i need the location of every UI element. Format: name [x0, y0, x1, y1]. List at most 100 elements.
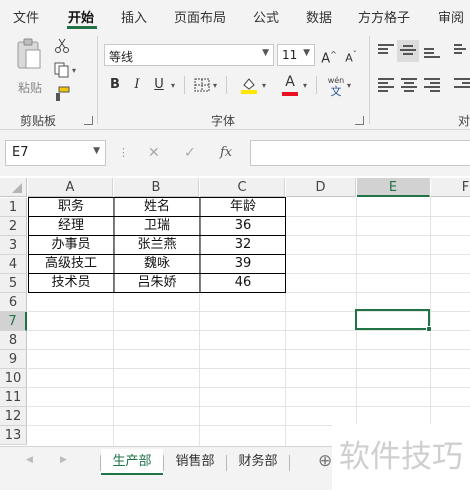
bold-button[interactable]: B [104, 74, 126, 96]
fill-handle[interactable] [426, 326, 432, 332]
align-top-icon[interactable] [378, 44, 394, 58]
copy-dropdown-icon[interactable]: ▾ [72, 66, 76, 75]
tab-insert[interactable]: 插入 [121, 7, 147, 26]
borders-dropdown-icon[interactable]: ▾ [213, 81, 217, 90]
row-header[interactable]: 11 [0, 388, 27, 407]
align-center-icon[interactable] [401, 78, 417, 92]
name-box[interactable]: E7 ▼ [5, 140, 106, 166]
group-divider [97, 36, 98, 124]
column-header-e[interactable]: E [357, 178, 430, 197]
table-cell[interactable]: 46 [200, 273, 286, 292]
table-cell[interactable]: 办事员 [28, 235, 114, 254]
column-header-d[interactable]: D [286, 178, 356, 197]
format-painter-icon[interactable] [54, 86, 70, 102]
table-cell[interactable]: 39 [200, 254, 286, 273]
shrink-font-button[interactable]: Aˇ [340, 44, 362, 66]
align-left-icon[interactable] [378, 78, 394, 92]
table-cell[interactable]: 张兰燕 [114, 235, 200, 254]
column-header-c[interactable]: C [200, 178, 285, 197]
enter-icon[interactable]: ✓ [184, 145, 196, 161]
underline-button[interactable]: U [148, 74, 170, 96]
table-cell[interactable]: 高级技工 [28, 254, 114, 273]
insert-function-icon[interactable]: fx [220, 145, 232, 160]
phonetic-dropdown-icon[interactable]: ▾ [347, 81, 351, 90]
decrease-indent-icon[interactable] [454, 78, 470, 92]
underline-dropdown-icon[interactable]: ▾ [171, 81, 175, 90]
scroll-left-icon[interactable]: ◀ [26, 455, 33, 465]
tab-file[interactable]: 文件 [13, 7, 39, 26]
table-cell[interactable]: 36 [200, 216, 286, 235]
table-header-cell[interactable]: 年龄 [200, 197, 286, 216]
column-header-b[interactable]: B [114, 178, 199, 197]
tab-fangfang-gezi[interactable]: 方方格子 [358, 7, 410, 26]
copy-icon[interactable] [54, 62, 70, 78]
add-sheet-icon[interactable]: ⊕ [318, 451, 332, 471]
phonetic-guide-button[interactable]: wén 文 [326, 74, 346, 98]
formula-bar: E7 ▼ ⋮ ✕ ✓ fx [0, 130, 470, 176]
tab-page-layout[interactable]: 页面布局 [174, 7, 226, 26]
sheet-tab-sales[interactable]: 销售部 [164, 449, 226, 475]
row-header[interactable]: 5 [0, 274, 27, 293]
spreadsheet-grid[interactable]: A B C D E F 1 2 3 4 5 6 7 8 9 10 11 12 1… [0, 176, 470, 447]
table-cell[interactable]: 32 [200, 235, 286, 254]
table-cell[interactable]: 卫瑞 [114, 216, 200, 235]
select-all-corner[interactable] [0, 178, 27, 197]
row-header[interactable]: 10 [0, 369, 27, 388]
row-header[interactable]: 2 [0, 217, 27, 236]
divider [316, 76, 317, 94]
fill-color-icon[interactable] [240, 76, 258, 94]
alignment-group-label: 对 [458, 114, 470, 128]
paste-icon [17, 38, 41, 69]
row-header[interactable]: 6 [0, 293, 27, 312]
row-header[interactable]: 4 [0, 255, 27, 274]
table-header-cell[interactable]: 职务 [28, 197, 114, 216]
clipboard-launcher-icon[interactable] [84, 116, 93, 125]
excel-window: 文件 开始 插入 页面布局 公式 数据 方方格子 审阅 粘贴 ▾ 剪贴板 等线 … [0, 0, 470, 490]
row-header[interactable]: 1 [0, 198, 27, 217]
table-cell[interactable]: 技术员 [28, 273, 114, 292]
chevron-down-icon: ▼ [303, 48, 310, 58]
row-header[interactable]: 8 [0, 331, 27, 350]
paste-button[interactable]: 粘贴 [14, 38, 46, 96]
table-cell[interactable]: 吕朱娇 [114, 273, 200, 292]
borders-icon[interactable] [194, 78, 210, 92]
cancel-icon[interactable]: ✕ [148, 145, 160, 161]
tab-home[interactable]: 开始 [68, 7, 94, 26]
row-header[interactable]: 13 [0, 426, 27, 445]
table-cell[interactable]: 经理 [28, 216, 114, 235]
font-launcher-icon[interactable] [355, 116, 364, 125]
row-header[interactable]: 12 [0, 407, 27, 426]
font-size-select[interactable]: 11 ▼ [277, 44, 315, 66]
table-header-cell[interactable]: 姓名 [114, 197, 200, 216]
font-size-value: 11 [282, 48, 298, 62]
row-header-selected[interactable]: 7 [0, 312, 27, 331]
tab-data[interactable]: 数据 [306, 7, 332, 26]
row-header[interactable]: 9 [0, 350, 27, 369]
align-bottom-icon[interactable] [424, 48, 440, 62]
active-cell-outline[interactable] [355, 309, 430, 330]
column-header-f[interactable]: F [431, 178, 470, 197]
tab-formulas[interactable]: 公式 [253, 7, 279, 26]
cut-icon[interactable] [54, 38, 70, 54]
tab-review[interactable]: 审阅 [438, 7, 464, 26]
gridline [28, 387, 470, 388]
grow-font-button[interactable]: A^ [318, 44, 340, 66]
sheet-tab-production[interactable]: 生产部 [101, 449, 163, 475]
align-middle-button[interactable] [397, 40, 419, 62]
sheet-tab-finance[interactable]: 财务部 [227, 449, 289, 475]
font-color-dropdown-icon[interactable]: ▾ [303, 81, 307, 90]
column-header-a[interactable]: A [28, 178, 113, 197]
fill-color-dropdown-icon[interactable]: ▾ [262, 81, 266, 90]
formula-input[interactable] [250, 140, 470, 166]
watermark: 软件技巧 [332, 424, 470, 490]
tab-separator [289, 455, 290, 471]
font-color-button[interactable]: A [280, 74, 300, 96]
table-cell[interactable]: 魏咏 [114, 254, 200, 273]
orientation-icon[interactable] [454, 44, 470, 58]
row-header[interactable]: 3 [0, 236, 27, 255]
font-name-select[interactable]: 等线 ▼ [104, 44, 274, 66]
scroll-right-icon[interactable]: ▶ [60, 455, 67, 465]
gridline [28, 368, 470, 369]
align-right-icon[interactable] [424, 78, 440, 92]
italic-button[interactable]: I [126, 74, 148, 96]
